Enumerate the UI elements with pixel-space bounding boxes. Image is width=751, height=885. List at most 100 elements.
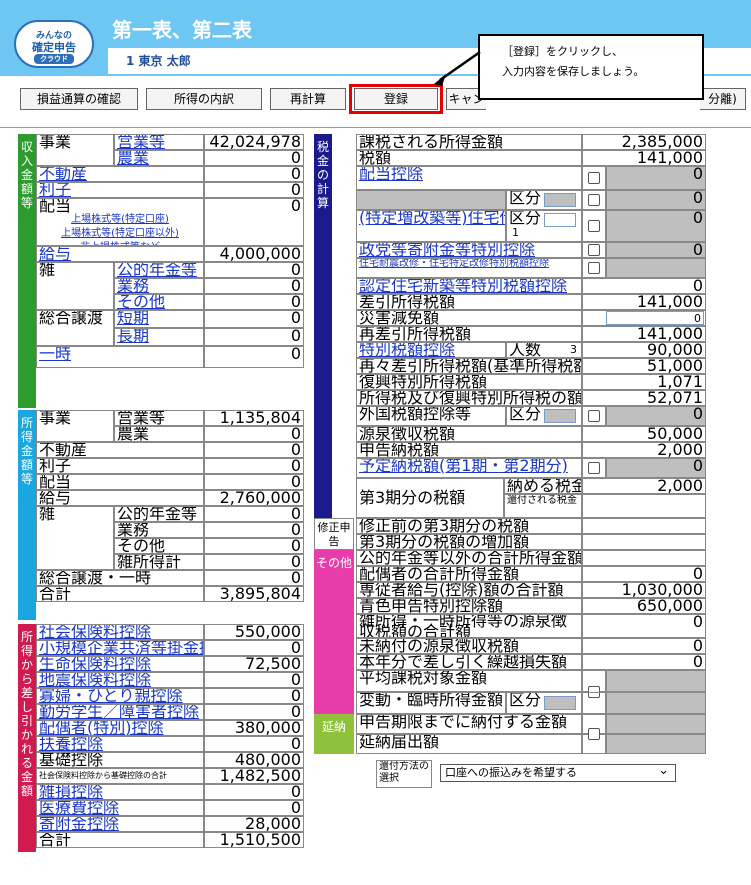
kojo-label-text[interactable]: 勤労学生／障害者控除 <box>39 705 199 719</box>
shotoku-value-text: 2,760,000 <box>219 490 301 506</box>
kubun-input[interactable] <box>544 409 576 423</box>
page-title: 第一表、第二表 <box>112 18 252 42</box>
check-box[interactable] <box>588 244 600 256</box>
kojo-label[interactable]: 配偶者(特別)控除 <box>36 720 204 736</box>
income-sublabel-text[interactable]: その他 <box>117 295 165 309</box>
income-sublabel[interactable]: 短期 <box>114 310 204 328</box>
kojo-value: 0 <box>204 704 304 720</box>
kojo-label-text[interactable]: 医療費控除 <box>39 801 119 815</box>
check-box[interactable] <box>588 410 600 422</box>
income-sublabel[interactable]: 農業 <box>114 150 204 166</box>
income-sublabel[interactable]: 営業等 <box>114 134 204 150</box>
income-label-text[interactable]: 利子 <box>39 183 71 197</box>
kojo-label-text[interactable]: 寡婦・ひとり親控除 <box>39 689 183 703</box>
sonota-label: 青色申告特別控除額 <box>356 598 582 614</box>
kanpu-method-select[interactable]: 口座への振込みを希望する ⌄ <box>440 763 676 782</box>
zei-label[interactable]: (特定増改築等)住宅借入金等特別控除 <box>356 210 506 242</box>
income-label-text[interactable]: 一時 <box>39 347 71 363</box>
bunri-button[interactable]: 分離) <box>700 88 746 110</box>
kubun-input[interactable] <box>544 193 576 207</box>
zei-label-text[interactable]: (特定増改築等)住宅借入金等特別控除 <box>359 211 505 227</box>
sonota-value: 650,000 <box>582 598 706 614</box>
zei-label[interactable]: 認定住宅新築等特別税額控除 <box>356 278 582 294</box>
zei-label[interactable]: 特別税額控除 <box>356 342 506 358</box>
zei-label-text: 再差引所得税額 <box>359 326 472 342</box>
income-sublabel[interactable]: その他 <box>114 294 204 310</box>
income-label: 事業 <box>36 134 114 166</box>
kojo-label[interactable]: 勤労学生／障害者控除 <box>36 704 204 720</box>
enno-label: 延納届出額 <box>356 734 582 754</box>
kubun-input[interactable] <box>544 213 576 227</box>
zei-value-text: 2,000 <box>657 442 703 458</box>
income-sublabel[interactable]: 業務 <box>114 278 204 294</box>
haito-sub-link[interactable]: 上場株式等(特定口座) <box>39 213 201 227</box>
zei-label[interactable]: 配当控除 <box>356 166 582 190</box>
income-sublabel[interactable]: 公的年金等 <box>114 262 204 278</box>
kojo-label-text[interactable]: 扶養控除 <box>39 737 103 751</box>
kojo-label-text[interactable]: 社会保険料控除 <box>39 625 151 639</box>
kojo-label[interactable]: 雑損控除 <box>36 784 204 800</box>
zei-label-text: 第3期分の税額 <box>359 488 466 507</box>
income-label-text[interactable]: 給与 <box>39 247 71 261</box>
kojo-label[interactable]: 小規模企業共済等掛金控除 <box>36 640 204 656</box>
kojo-label-text[interactable]: 地震保険料控除 <box>39 673 151 687</box>
kojo-label-text[interactable]: 小規模企業共済等掛金控除 <box>39 641 203 655</box>
zei-label-text: 所得税及び復興特別所得税の額 <box>359 390 582 406</box>
shotoku-uchiwake-button[interactable]: 所得の内訳 <box>146 88 262 110</box>
zei-label-text[interactable]: 認定住宅新築等特別税額控除 <box>359 279 567 293</box>
zei-value-text: 0 <box>692 406 703 423</box>
income-sublabel-text[interactable]: 公的年金等 <box>117 263 197 277</box>
kojo-label-text[interactable]: 雑損控除 <box>39 785 103 799</box>
sonota-value-text: 1,030,000 <box>621 582 703 598</box>
income-label[interactable]: 一時 <box>36 346 204 368</box>
kubun-input[interactable] <box>544 696 576 710</box>
shotoku-sublabel-text: 農業 <box>117 426 150 442</box>
income-label[interactable]: 給与 <box>36 246 204 262</box>
zei-label: 申告納税額 <box>356 442 582 458</box>
haito-sub-link[interactable]: 上場株式等(特定口座以外) <box>39 227 201 241</box>
income-sublabel-text[interactable]: 長期 <box>117 329 149 345</box>
zei-label[interactable]: 予定納税額(第1期・第2期分) <box>356 458 582 478</box>
zei-label[interactable]: 政党等寄附金等特別控除 <box>356 242 582 258</box>
zei-label-text[interactable]: 政党等寄附金等特別控除 <box>359 243 535 257</box>
kojo-label[interactable]: 寡婦・ひとり親控除 <box>36 688 204 704</box>
income-sublabel-text[interactable]: 業務 <box>117 279 149 293</box>
income-label[interactable]: 不動産 <box>36 166 204 182</box>
zei-label-text[interactable]: 特別税額控除 <box>359 343 455 357</box>
income-label[interactable]: 利子 <box>36 182 204 198</box>
kojo-label-text[interactable]: 寄附金控除 <box>39 817 119 831</box>
check-box[interactable] <box>588 462 600 474</box>
kojo-label-text[interactable]: 配偶者(特別)控除 <box>39 721 164 735</box>
check-box[interactable] <box>588 194 600 206</box>
zei-label-text[interactable]: 配当控除 <box>359 167 423 183</box>
sonsui-check-button[interactable]: 損益通算の確認 <box>20 88 138 110</box>
kojo-label[interactable]: 社会保険料控除 <box>36 624 204 640</box>
kojo-label-text[interactable]: 生命保険料控除 <box>39 657 151 671</box>
check-box[interactable] <box>588 172 600 184</box>
income-sublabel-text[interactable]: 短期 <box>117 311 149 327</box>
kojo-value: 0 <box>204 688 304 704</box>
income-sublabel[interactable]: 長期 <box>114 328 204 346</box>
recalc-button[interactable]: 再計算 <box>270 88 346 110</box>
zei-label[interactable]: 住宅耐震改修・住宅特定改修特別税額控除 <box>356 258 582 278</box>
income-label-text[interactable]: 不動産 <box>39 167 87 181</box>
kojo-value: 0 <box>204 672 304 688</box>
zei-label-text[interactable]: 住宅耐震改修・住宅特定改修特別税額控除 <box>359 259 549 269</box>
check-box[interactable] <box>588 220 600 232</box>
shotoku-value: 0 <box>204 458 304 474</box>
zei-value-text: 2,385,000 <box>621 134 703 150</box>
check-box[interactable] <box>588 728 600 740</box>
kojo-label[interactable]: 寄附金控除 <box>36 816 204 832</box>
zei-value-text: 141,000 <box>636 150 703 166</box>
income-sublabel-text[interactable]: 営業等 <box>117 135 165 149</box>
kojo-label[interactable]: 医療費控除 <box>36 800 204 816</box>
sonota-label-text: 本年分で差し引く繰越損失額 <box>359 654 568 670</box>
kojo-label[interactable]: 扶養控除 <box>36 736 204 752</box>
kojo-label[interactable]: 地震保険料控除 <box>36 672 204 688</box>
kanpu-method-value: 口座への振込みを希望する <box>445 766 577 779</box>
zei-label-text[interactable]: 予定納税額(第1期・第2期分) <box>359 459 568 475</box>
kojo-label[interactable]: 生命保険料控除 <box>36 656 204 672</box>
saigai-input[interactable]: 0 <box>606 311 704 325</box>
income-sublabel-text[interactable]: 農業 <box>117 151 149 165</box>
check-box[interactable] <box>588 262 600 274</box>
